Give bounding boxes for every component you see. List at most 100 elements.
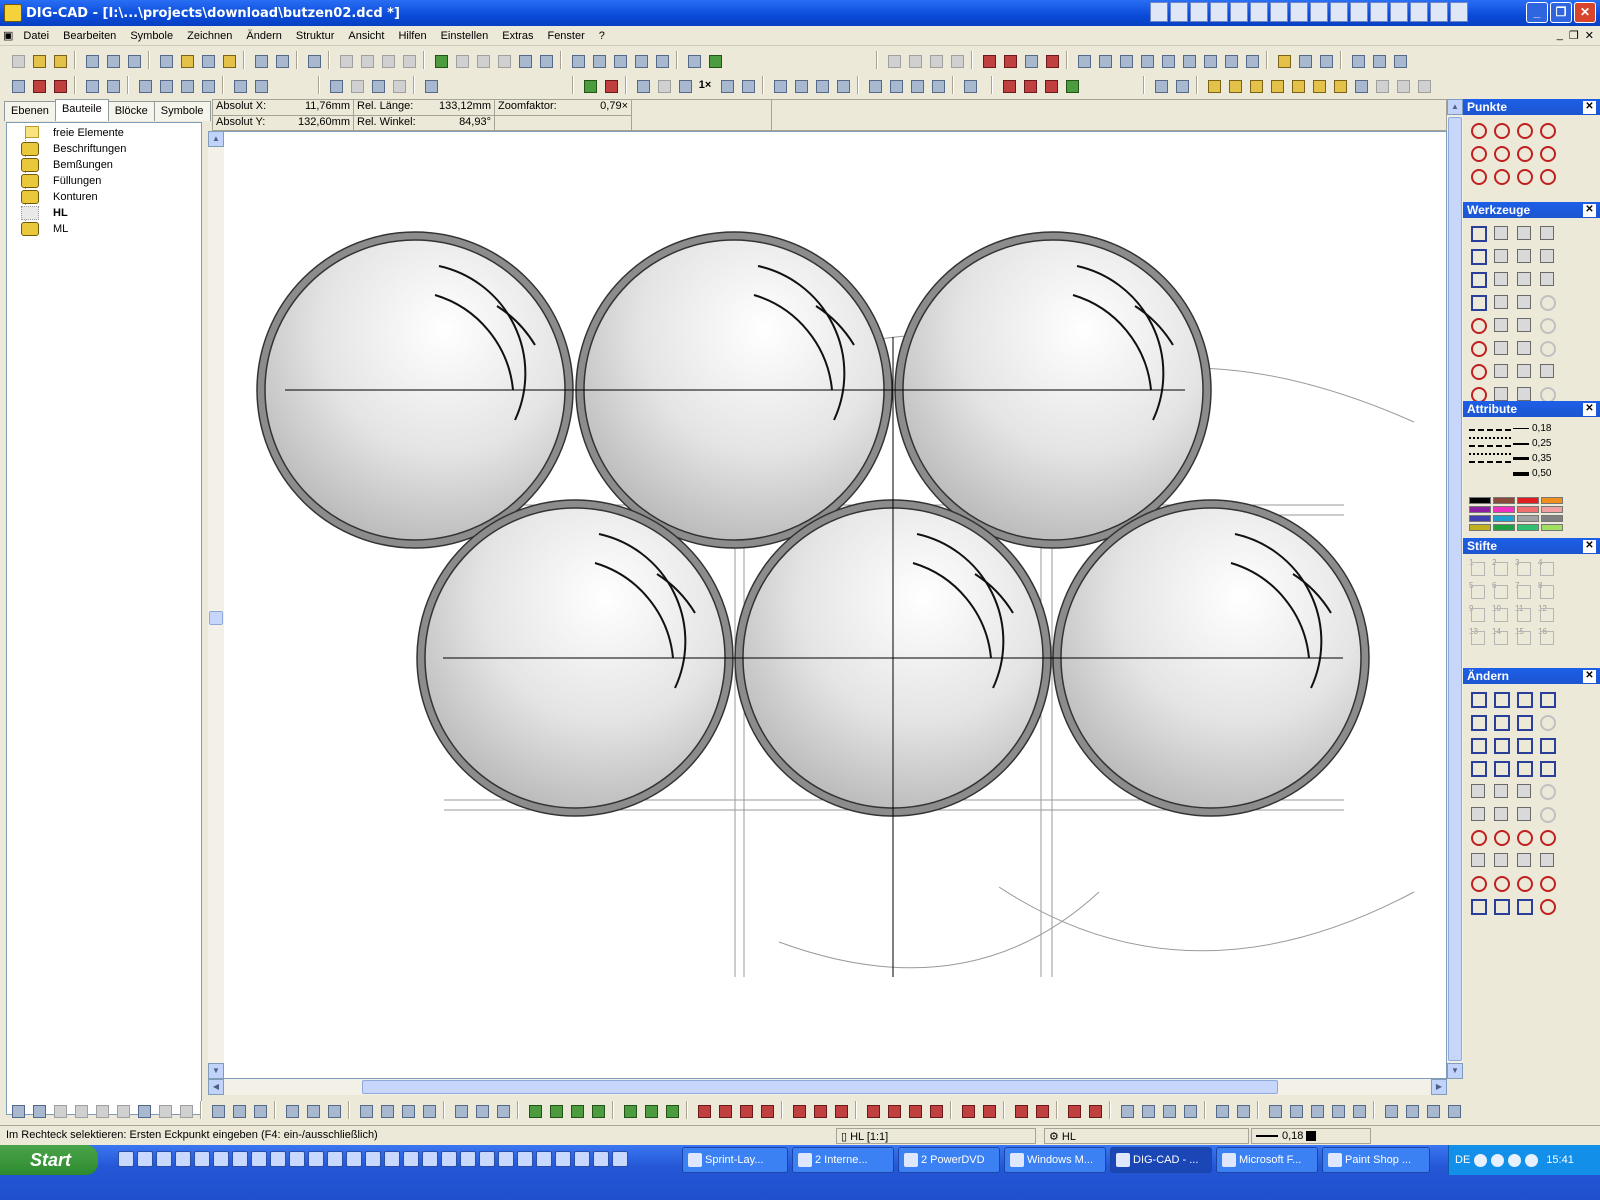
book-icon[interactable]	[156, 51, 174, 69]
scroll-left-button[interactable]: ◀	[208, 1079, 224, 1095]
quick-launch-icon[interactable]	[289, 1151, 305, 1167]
point-intersect-icon[interactable]	[1467, 142, 1487, 162]
dim-icon[interactable]	[715, 1101, 733, 1119]
shapes-icon[interactable]	[1041, 76, 1059, 94]
line-width-list[interactable]: 0,18 0,25 0,35 0,50	[1513, 421, 1593, 481]
modify-icon[interactable]	[1513, 711, 1533, 731]
brush-icon[interactable]	[1020, 76, 1038, 94]
pen-12-icon[interactable]: 12	[1536, 604, 1556, 624]
close-button[interactable]: ✕	[1574, 2, 1596, 23]
quick-icon[interactable]	[1210, 2, 1228, 22]
point-end-icon[interactable]	[1536, 142, 1556, 162]
rect-icon[interactable]	[377, 1101, 395, 1119]
dim-icon[interactable]	[979, 1101, 997, 1119]
modify-icon[interactable]	[1490, 849, 1510, 869]
line-style[interactable]	[1469, 429, 1511, 431]
modify-icon[interactable]	[1490, 711, 1510, 731]
redraw-icon[interactable]	[421, 76, 439, 94]
quick-icon[interactable]	[1190, 2, 1208, 22]
quick-icon[interactable]	[1430, 2, 1448, 22]
mdi-close-button[interactable]: ✕	[1585, 29, 1594, 42]
tab-bloecke[interactable]: Blöcke	[107, 101, 155, 121]
snap-icon[interactable]	[652, 51, 670, 69]
point-circle-icon[interactable]	[1490, 119, 1510, 139]
quick-launch-icon[interactable]	[308, 1151, 324, 1167]
settings-icon[interactable]	[1274, 51, 1292, 69]
color-swatch[interactable]	[1541, 497, 1563, 504]
select-window-icon[interactable]	[368, 76, 386, 94]
menu-struktur[interactable]: Struktur	[289, 30, 342, 42]
select-poly-icon[interactable]	[1536, 245, 1556, 265]
camera-icon[interactable]	[1490, 314, 1510, 334]
zoom-all-icon[interactable]	[738, 76, 756, 94]
panel-close-icon[interactable]: ✕	[1583, 402, 1596, 416]
scissors-icon[interactable]	[1536, 360, 1556, 380]
library-icon[interactable]	[1204, 76, 1222, 94]
print-icon[interactable]	[251, 51, 269, 69]
pen-9-icon[interactable]: 9	[1467, 604, 1487, 624]
solid-icon[interactable]	[1000, 51, 1018, 69]
color-swatch[interactable]	[1493, 515, 1515, 522]
zoom-icon[interactable]	[717, 76, 735, 94]
point-perp-icon[interactable]	[1467, 165, 1487, 185]
angle-icon[interactable]	[631, 51, 649, 69]
pan-icon[interactable]	[675, 76, 693, 94]
library3-icon[interactable]	[1246, 76, 1264, 94]
tree-item-beschriftungen[interactable]: Beschriftungen	[17, 141, 201, 157]
dim-icon[interactable]	[905, 1101, 923, 1119]
rectangle-icon[interactable]	[1467, 291, 1487, 311]
quick-launch-icon[interactable]	[251, 1151, 267, 1167]
quick-launch-icon[interactable]	[555, 1151, 571, 1167]
modify-icon[interactable]	[1513, 688, 1533, 708]
edit1-icon[interactable]	[1490, 222, 1510, 242]
modify-icon[interactable]	[1490, 803, 1510, 823]
crosshair-tool-icon[interactable]	[1513, 291, 1533, 311]
line-width-option[interactable]: 0,25	[1513, 436, 1593, 451]
task-microsoft[interactable]: Microsoft F...	[1216, 1147, 1318, 1173]
tab-bauteile[interactable]: Bauteile	[54, 99, 109, 121]
layer-icon[interactable]	[684, 51, 702, 69]
plot-icon[interactable]	[304, 51, 322, 69]
modify-icon[interactable]	[1513, 849, 1533, 869]
pointer-icon[interactable]	[1467, 222, 1487, 242]
3d-box-icon[interactable]	[134, 1101, 152, 1119]
library4-icon[interactable]	[1267, 76, 1285, 94]
panel-close-icon[interactable]: ✕	[1583, 539, 1596, 553]
dig-cad-app-icon[interactable]	[4, 4, 22, 22]
dim-icon[interactable]	[694, 1101, 712, 1119]
quick-icon[interactable]	[1310, 2, 1328, 22]
select-frame-icon[interactable]	[347, 76, 365, 94]
pen-13-icon[interactable]: 13	[1467, 627, 1487, 647]
annotation-icon[interactable]	[1138, 1101, 1156, 1119]
text-edit-icon[interactable]	[1490, 383, 1510, 403]
zoom-center-icon[interactable]	[928, 76, 946, 94]
3d-box-icon[interactable]	[113, 1101, 131, 1119]
dim-icon[interactable]	[1064, 1101, 1082, 1119]
drawing-canvas[interactable]	[208, 131, 1447, 1079]
text-icon[interactable]	[1242, 51, 1260, 69]
folder-icon[interactable]	[177, 51, 195, 69]
line-style[interactable]	[1469, 453, 1511, 455]
dim-icon[interactable]	[1032, 1101, 1050, 1119]
layer-up-icon[interactable]	[8, 76, 26, 94]
quick-launch-icon[interactable]	[441, 1151, 457, 1167]
menu-ansicht[interactable]: Ansicht	[341, 30, 391, 42]
language-indicator[interactable]: DE	[1455, 1154, 1470, 1166]
copy-icon[interactable]	[357, 51, 375, 69]
ungroup-icon[interactable]	[251, 76, 269, 94]
parallel-icon[interactable]	[282, 1101, 300, 1119]
quick-launch-icon[interactable]	[479, 1151, 495, 1167]
disabled-tool-icon[interactable]	[1536, 383, 1556, 403]
menu-bearbeiten[interactable]: Bearbeiten	[56, 30, 123, 42]
tab-symbole[interactable]: Symbole	[153, 101, 211, 121]
minimize-button[interactable]: _	[1526, 2, 1548, 23]
annotation-icon[interactable]	[1233, 1101, 1251, 1119]
pen-color-icon[interactable]	[601, 76, 619, 94]
quick-launch-icon[interactable]	[574, 1151, 590, 1167]
misc-icon[interactable]	[1402, 1101, 1420, 1119]
menu-extras[interactable]: Extras	[495, 30, 540, 42]
text-style-icon[interactable]	[1265, 1101, 1283, 1119]
quick-launch-icon[interactable]	[118, 1151, 134, 1167]
arc-draw-icon[interactable]	[567, 1101, 585, 1119]
tab-ebenen[interactable]: Ebenen	[4, 101, 56, 121]
